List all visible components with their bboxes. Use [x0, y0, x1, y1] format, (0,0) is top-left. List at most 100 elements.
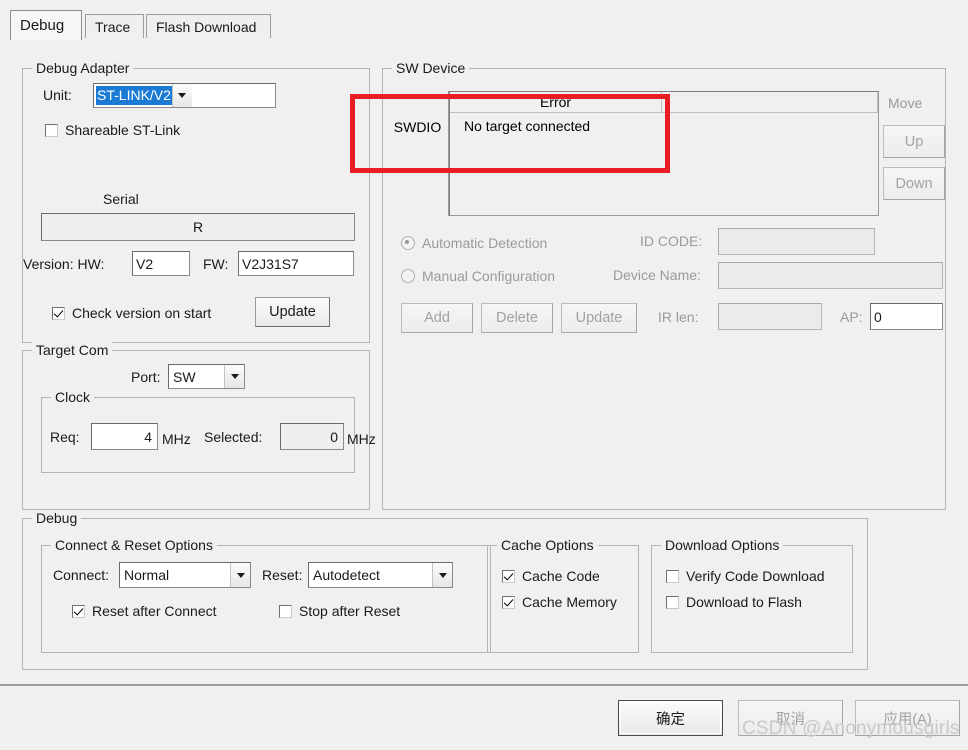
serial-listbox[interactable]: R — [41, 213, 355, 241]
checkbox-box — [72, 604, 85, 618]
tab-trace[interactable]: Trace — [85, 14, 144, 38]
download-options-title: Download Options — [661, 537, 784, 553]
cell-error-message: No target connected — [464, 118, 591, 134]
reset-after-connect-checkbox[interactable]: Reset after Connect — [72, 603, 217, 619]
ok-button[interactable]: 确定 — [618, 700, 723, 736]
ir-len-field[interactable] — [718, 303, 822, 330]
radio-circle — [401, 236, 415, 250]
fw-label: FW: — [203, 256, 229, 272]
move-up-button[interactable]: Up — [883, 125, 945, 158]
table-row[interactable]: No target connected — [450, 113, 878, 139]
ok-label: 确定 — [656, 711, 685, 728]
ap-label: AP: — [840, 309, 863, 325]
check-version-on-start-label: Check version on start — [72, 305, 212, 321]
connect-combobox[interactable]: Normal — [119, 562, 251, 588]
serial-value: R — [192, 219, 204, 235]
port-combobox[interactable]: SW — [168, 364, 245, 389]
sw-device-table[interactable]: SWDIO Error No target connected — [387, 91, 879, 216]
hw-version-field[interactable]: V2 — [132, 251, 190, 276]
ap-field[interactable]: 0 — [870, 303, 943, 330]
move-up-label: Up — [904, 133, 924, 150]
chevron-down-icon[interactable] — [432, 563, 452, 587]
automatic-detection-radio[interactable]: Automatic Detection — [401, 235, 547, 251]
debug-adapter-group: Debug Adapter Unit: ST-LINK/V2 Shareable… — [22, 60, 370, 343]
tab-debug-label: Debug — [20, 17, 65, 34]
move-down-button[interactable]: Down — [883, 167, 945, 200]
target-com-group: Target Com Port: SW Clock Req: 4 MHz Sel… — [22, 342, 376, 510]
sw-device-group: SW Device SWDIO Error No target connecte… — [382, 60, 946, 510]
target-com-title: Target Com — [32, 342, 113, 358]
reset-value: Autodetect — [313, 567, 380, 583]
checkbox-box — [666, 595, 679, 609]
move-down-label: Down — [895, 175, 933, 192]
checkbox-box — [502, 569, 515, 583]
port-value: SW — [173, 368, 196, 385]
connect-reset-options-title: Connect & Reset Options — [51, 537, 217, 553]
sw-device-table-header: Error — [450, 92, 878, 113]
sw-device-title: SW Device — [392, 60, 470, 76]
sw-device-list[interactable]: Error No target connected — [449, 91, 879, 216]
selected-unit-label: MHz — [347, 431, 376, 447]
debug-group: Debug Connect & Reset Options Connect: N… — [22, 510, 868, 670]
tab-flash-download-label: Flash Download — [156, 19, 257, 35]
swdio-label: SWDIO — [393, 119, 442, 135]
tab-debug[interactable]: Debug — [10, 10, 82, 40]
reset-label: Reset: — [262, 567, 303, 583]
cache-memory-label: Cache Memory — [522, 594, 617, 610]
add-device-button[interactable]: Add — [401, 303, 473, 333]
checkbox-box — [666, 569, 679, 583]
debug-group-title: Debug — [32, 510, 82, 526]
update-device-button[interactable]: Update — [561, 303, 637, 333]
req-clock-value: 4 — [144, 428, 152, 445]
id-code-label: ID CODE: — [640, 233, 703, 249]
chevron-down-icon[interactable] — [224, 365, 244, 388]
column-header-blank[interactable] — [662, 92, 878, 113]
connect-label: Connect: — [53, 567, 110, 583]
checkbox-box — [45, 123, 58, 137]
column-header-error[interactable]: Error — [450, 92, 662, 113]
download-to-flash-label: Download to Flash — [686, 594, 802, 610]
reset-combobox[interactable]: Autodetect — [308, 562, 453, 588]
chevron-down-icon[interactable] — [230, 563, 250, 587]
id-code-field[interactable] — [718, 228, 875, 255]
connect-value: Normal — [124, 567, 170, 583]
ir-len-label: IR len: — [658, 309, 699, 325]
serial-label: Serial — [103, 191, 139, 207]
reset-after-connect-label: Reset after Connect — [92, 603, 217, 619]
delete-device-button[interactable]: Delete — [481, 303, 553, 333]
update-adapter-button[interactable]: Update — [255, 297, 330, 327]
req-unit-label: MHz — [162, 431, 191, 447]
clock-group: Clock Req: 4 MHz Selected: 0 MHz — [41, 389, 376, 473]
clock-title: Clock — [51, 389, 95, 405]
debug-settings-dialog: Debug Trace Flash Download Debug Adapter… — [0, 0, 968, 750]
check-version-on-start-checkbox[interactable]: Check version on start — [52, 305, 211, 321]
ap-value: 0 — [874, 308, 882, 325]
shareable-st-link-checkbox[interactable]: Shareable ST-Link — [45, 122, 180, 138]
selected-label: Selected: — [204, 429, 263, 445]
automatic-detection-label: Automatic Detection — [422, 235, 548, 251]
checkbox-box — [279, 604, 292, 618]
checkbox-box — [52, 306, 65, 320]
sw-device-row-label: SWDIO — [387, 91, 449, 216]
manual-configuration-radio[interactable]: Manual Configuration — [401, 268, 555, 284]
fw-version-value: V2J31S7 — [242, 255, 299, 272]
tab-flash-download[interactable]: Flash Download — [146, 14, 271, 38]
cache-memory-checkbox[interactable]: Cache Memory — [502, 594, 617, 610]
chevron-down-icon[interactable] — [171, 84, 192, 107]
add-device-label: Add — [424, 310, 450, 326]
stop-after-reset-checkbox[interactable]: Stop after Reset — [279, 603, 400, 619]
cache-code-checkbox[interactable]: Cache Code — [502, 568, 600, 584]
download-to-flash-checkbox[interactable]: Download to Flash — [666, 594, 802, 610]
verify-code-download-label: Verify Code Download — [686, 568, 825, 584]
debug-adapter-title: Debug Adapter — [32, 60, 134, 76]
unit-combobox[interactable]: ST-LINK/V2 — [93, 83, 276, 108]
hw-version-value: V2 — [136, 255, 154, 272]
radio-circle — [401, 269, 415, 283]
req-label: Req: — [50, 429, 80, 445]
verify-code-download-checkbox[interactable]: Verify Code Download — [666, 568, 825, 584]
fw-version-field[interactable]: V2J31S7 — [238, 251, 354, 276]
req-clock-field[interactable]: 4 — [91, 423, 158, 450]
selected-clock-field: 0 — [280, 423, 344, 450]
device-name-field[interactable] — [718, 262, 943, 289]
cache-options-group: Cache Options Cache Code Cache Memory — [487, 537, 639, 653]
